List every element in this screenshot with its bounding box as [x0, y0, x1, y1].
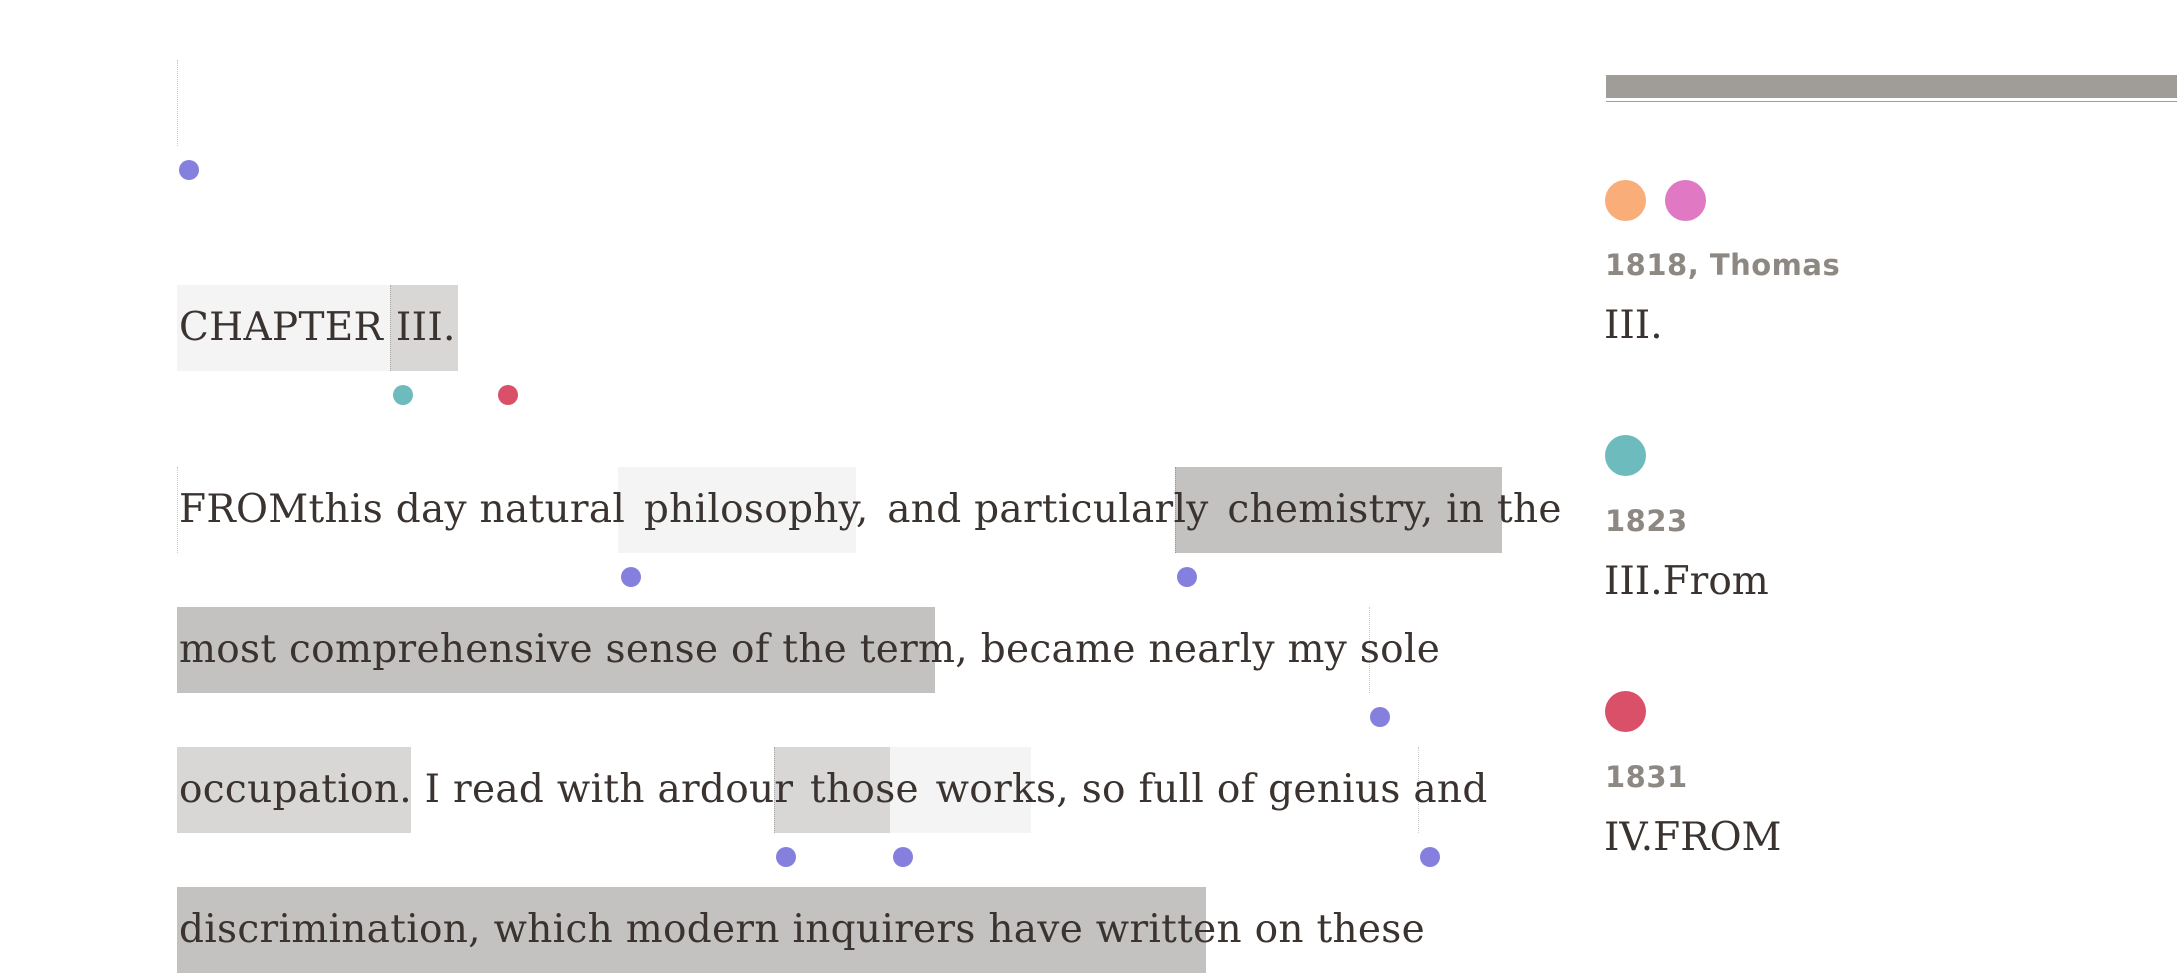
- text-segment[interactable]: those: [810, 767, 919, 812]
- text-segment[interactable]: became nearly my sole: [981, 627, 1440, 672]
- variant-marker-dot[interactable]: [1370, 707, 1390, 727]
- chapter-label[interactable]: CHAPTER: [179, 305, 383, 350]
- version-heading: IV.FROM: [1604, 815, 1782, 860]
- variant-marker-dot[interactable]: [1177, 567, 1197, 587]
- text-segment[interactable]: occupation.: [179, 767, 412, 812]
- variant-marker-dot[interactable]: [179, 160, 199, 180]
- line-marker-rule: [177, 467, 178, 553]
- orange-edition-dot: [1605, 180, 1646, 221]
- line-marker-rule: [177, 60, 178, 146]
- text-segment[interactable]: chemistry, in the: [1227, 487, 1561, 532]
- text-segment[interactable]: on these: [1255, 907, 1425, 952]
- version-heading: III.: [1604, 303, 1663, 348]
- version-meta: 1818, Thomas: [1605, 248, 1841, 282]
- text-segment[interactable]: discrimination, which modern inquirers h…: [179, 907, 1242, 952]
- text-line-2: most comprehensive sense of the term, be…: [179, 607, 1440, 693]
- text-line-3: occupation. I read with ardour those wor…: [179, 747, 1488, 833]
- text-segment[interactable]: FROMthis day natural: [179, 487, 625, 532]
- text-segment[interactable]: works,: [936, 767, 1069, 812]
- red-variant-dot[interactable]: [498, 385, 518, 405]
- version-meta: 1823: [1605, 504, 1688, 538]
- text-segment[interactable]: philosophy,: [644, 487, 869, 532]
- text-segment[interactable]: and particularly: [887, 487, 1208, 532]
- variant-marker-dot[interactable]: [776, 847, 796, 867]
- version-heading: III.From: [1604, 559, 1769, 604]
- teal-variant-dot[interactable]: [393, 385, 413, 405]
- red-edition-dot: [1605, 691, 1646, 732]
- version-meta: 1831: [1605, 760, 1688, 794]
- text-line-1: FROMthis day natural philosophy, and par…: [179, 467, 1562, 553]
- pink-edition-dot: [1665, 180, 1706, 221]
- variant-marker-dot[interactable]: [1420, 847, 1440, 867]
- variant-marker-dot[interactable]: [621, 567, 641, 587]
- teal-edition-dot: [1605, 435, 1646, 476]
- text-segment[interactable]: most comprehensive sense of the term,: [179, 627, 968, 672]
- chapter-number[interactable]: III.: [396, 305, 456, 350]
- text-segment[interactable]: so full of genius and: [1082, 767, 1488, 812]
- text-line-4: discrimination, which modern inquirers h…: [179, 887, 1425, 973]
- variant-marker-dot[interactable]: [893, 847, 913, 867]
- sidebar-header-bar: [1606, 75, 2177, 102]
- chapter-heading: CHAPTER III.: [179, 285, 456, 371]
- text-segment[interactable]: I read with ardour: [425, 767, 794, 812]
